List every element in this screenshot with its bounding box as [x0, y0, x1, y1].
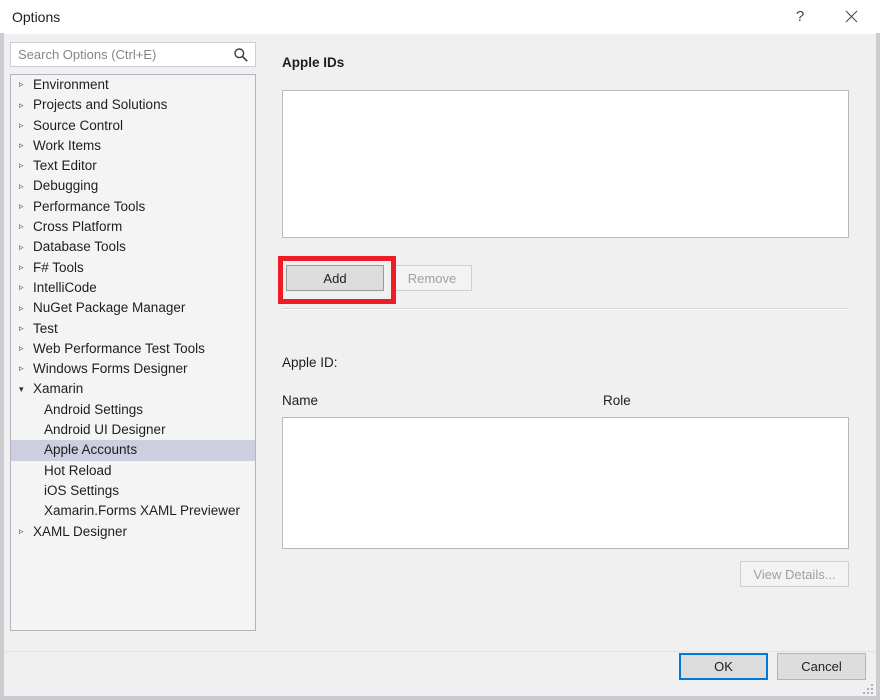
tree-item-ios-settings[interactable]: iOS Settings	[11, 481, 255, 501]
tree-item-test[interactable]: ▹Test	[11, 319, 255, 339]
tree-item-label: F# Tools	[33, 260, 84, 275]
chevron-right-icon[interactable]: ▹	[19, 277, 33, 297]
page-title: Apple IDs	[282, 55, 344, 70]
tree-item-label: Xamarin.Forms XAML Previewer	[44, 503, 240, 518]
tree-item-android-settings[interactable]: Android Settings	[11, 400, 255, 420]
tree-item-label: Windows Forms Designer	[33, 361, 188, 376]
chevron-right-icon[interactable]: ▹	[19, 135, 33, 155]
chevron-right-icon[interactable]: ▹	[19, 358, 33, 378]
close-button[interactable]	[828, 0, 874, 33]
tree-item-label: Text Editor	[33, 158, 97, 173]
chevron-right-icon[interactable]: ▹	[19, 196, 33, 216]
tree-item-label: Performance Tools	[33, 199, 145, 214]
column-header-role: Role	[603, 393, 631, 408]
tree-item-label: Android UI Designer	[44, 422, 166, 437]
tree-item-debugging[interactable]: ▹Debugging	[11, 176, 255, 196]
close-x-icon	[845, 10, 858, 23]
tree-item-label: Test	[33, 321, 58, 336]
tree-item-label: Web Performance Test Tools	[33, 341, 205, 356]
chevron-right-icon[interactable]: ▹	[19, 176, 33, 196]
tree-item-label: Projects and Solutions	[33, 97, 167, 112]
tree-item-label: Database Tools	[33, 239, 126, 254]
chevron-right-icon[interactable]: ▹	[19, 95, 33, 115]
accounts-listbox[interactable]	[282, 417, 849, 549]
window-frame-right	[876, 33, 880, 700]
chevron-right-icon[interactable]: ▹	[19, 298, 33, 318]
view-details-button: View Details...	[740, 561, 849, 587]
window-frame-bottom	[0, 696, 880, 700]
title-bar: Options ?	[0, 0, 880, 34]
remove-button: Remove	[392, 265, 472, 291]
tree-item-label: NuGet Package Manager	[33, 300, 185, 315]
column-header-name: Name	[282, 393, 318, 408]
tree-item-label: iOS Settings	[44, 483, 119, 498]
tree-item-label: Source Control	[33, 118, 123, 133]
chevron-right-icon[interactable]: ▹	[19, 74, 33, 94]
question-mark-icon: ?	[796, 8, 804, 25]
window-title: Options	[12, 9, 60, 25]
tree-item-apple-accounts[interactable]: Apple Accounts	[11, 440, 255, 460]
chevron-right-icon[interactable]: ▹	[19, 115, 33, 135]
apple-ids-listbox[interactable]	[282, 90, 849, 238]
chevron-right-icon[interactable]: ▹	[19, 318, 33, 338]
tree-item-performance-tools[interactable]: ▹Performance Tools	[11, 197, 255, 217]
tree-item-nuget-package-manager[interactable]: ▹NuGet Package Manager	[11, 298, 255, 318]
tree-item-label: Work Items	[33, 138, 101, 153]
tree-item-xamarin[interactable]: ▾Xamarin	[11, 379, 255, 399]
footer-divider	[4, 651, 876, 652]
tree-item-xamarin-forms-xaml-previewer[interactable]: Xamarin.Forms XAML Previewer	[11, 501, 255, 521]
window-frame-left	[0, 33, 4, 700]
tree-item-label: Debugging	[33, 178, 98, 193]
tree-item-work-items[interactable]: ▹Work Items	[11, 136, 255, 156]
tree-item-label: XAML Designer	[33, 524, 127, 539]
apple-accounts-pane: Apple IDs Add Remove Apple ID: Name Role…	[268, 40, 868, 640]
chevron-right-icon[interactable]: ▹	[19, 521, 33, 541]
tree-item-xaml-designer[interactable]: ▹XAML Designer	[11, 522, 255, 542]
cancel-button[interactable]: Cancel	[777, 653, 866, 680]
tree-item-hot-reload[interactable]: Hot Reload	[11, 461, 255, 481]
tree-item-source-control[interactable]: ▹Source Control	[11, 116, 255, 136]
chevron-down-icon[interactable]: ▾	[19, 379, 33, 399]
tree-item-cross-platform[interactable]: ▹Cross Platform	[11, 217, 255, 237]
tree-item-database-tools[interactable]: ▹Database Tools	[11, 237, 255, 257]
tree-item-web-performance-test-tools[interactable]: ▹Web Performance Test Tools	[11, 339, 255, 359]
tree-item-label: Environment	[33, 77, 109, 92]
section-divider	[282, 308, 849, 310]
tree-item-label: Apple Accounts	[44, 442, 137, 457]
tree-item-android-ui-designer[interactable]: Android UI Designer	[11, 420, 255, 440]
tree-item-windows-forms-designer[interactable]: ▹Windows Forms Designer	[11, 359, 255, 379]
tree-item-label: IntelliCode	[33, 280, 97, 295]
ok-button[interactable]: OK	[679, 653, 768, 680]
chevron-right-icon[interactable]: ▹	[19, 338, 33, 358]
search-magnifier-icon	[233, 47, 249, 63]
options-tree[interactable]: ▹Environment▹Projects and Solutions▹Sour…	[10, 74, 256, 631]
search-input[interactable]	[18, 47, 223, 62]
resize-grip-icon[interactable]	[863, 684, 874, 695]
tree-item-environment[interactable]: ▹Environment	[11, 75, 255, 95]
chevron-right-icon[interactable]: ▹	[19, 155, 33, 175]
add-button[interactable]: Add	[286, 265, 384, 291]
apple-id-label: Apple ID:	[282, 355, 338, 370]
tree-item-text-editor[interactable]: ▹Text Editor	[11, 156, 255, 176]
chevron-right-icon[interactable]: ▹	[19, 216, 33, 236]
search-box[interactable]	[10, 42, 256, 67]
tree-item-label: Android Settings	[44, 402, 143, 417]
tree-item-f-tools[interactable]: ▹F# Tools	[11, 258, 255, 278]
help-button[interactable]: ?	[777, 0, 823, 33]
chevron-right-icon[interactable]: ▹	[19, 257, 33, 277]
tree-item-label: Cross Platform	[33, 219, 122, 234]
tree-item-intellicode[interactable]: ▹IntelliCode	[11, 278, 255, 298]
tree-item-label: Hot Reload	[44, 463, 112, 478]
tree-item-label: Xamarin	[33, 381, 83, 396]
chevron-right-icon[interactable]: ▹	[19, 237, 33, 257]
tree-item-projects-and-solutions[interactable]: ▹Projects and Solutions	[11, 95, 255, 115]
tree-list: ▹Environment▹Projects and Solutions▹Sour…	[11, 75, 255, 542]
